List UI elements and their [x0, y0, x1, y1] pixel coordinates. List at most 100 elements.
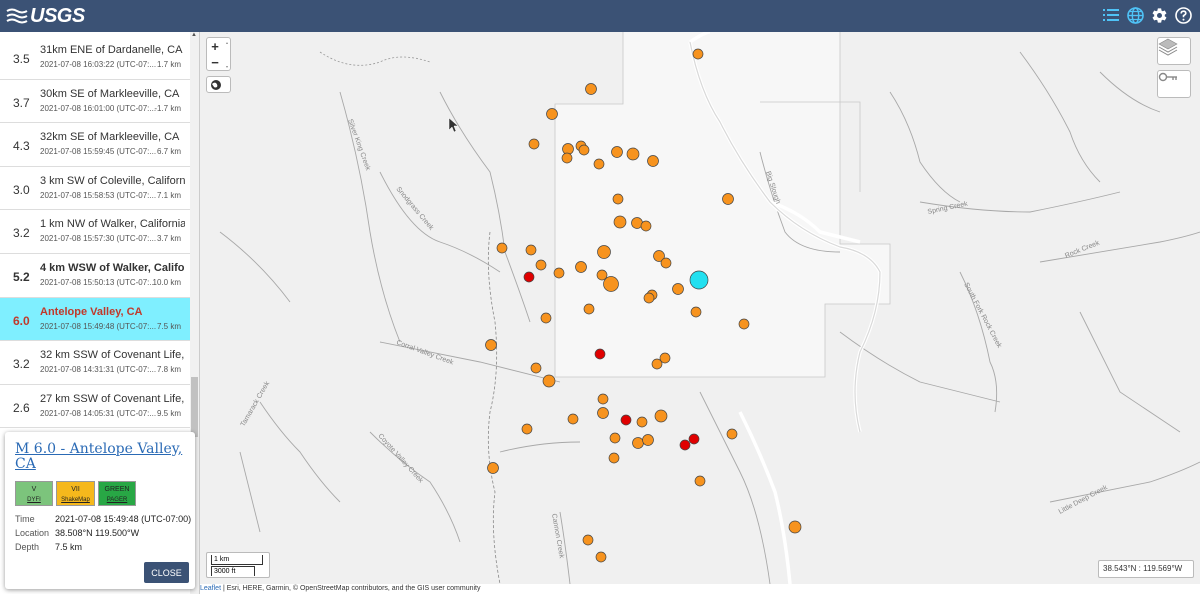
quake-marker [626, 147, 640, 161]
quake-marker [642, 434, 654, 446]
magnitude: 3.2 [13, 226, 30, 241]
time: 2021-07-08 14:31:31 (UTC-07:... [40, 365, 157, 375]
magnitude: 3.0 [13, 182, 30, 197]
quake-marker [593, 158, 605, 170]
scroll-thumb[interactable] [191, 377, 198, 437]
layers-button[interactable] [1157, 37, 1191, 65]
spinner-up-icon: ▴ [225, 40, 228, 45]
place: Antelope Valley, CA [40, 305, 143, 318]
quake-marker [692, 48, 704, 60]
place: 32km SE of Markleeville, CA [40, 131, 180, 144]
list-item[interactable]: 2.6 27 km SSW of Covenant Life, ... 2021… [0, 384, 191, 429]
quake-marker [496, 242, 508, 254]
magnitude: 5.2 [13, 269, 30, 284]
quake-marker [609, 432, 621, 444]
quake-marker [694, 475, 706, 487]
quake-marker [611, 146, 623, 158]
list-item-selected[interactable]: 6.0 Antelope Valley, CA 2021-07-08 15:49… [0, 297, 191, 342]
layers-icon [1158, 38, 1178, 56]
earthquake-detail-popup: M 6.0 - Antelope Valley, CA V DYFI VII S… [5, 432, 195, 589]
quake-marker [647, 155, 659, 167]
quake-marker [523, 271, 535, 283]
time: 2021-07-08 15:58:53 (UTC-07:... [40, 190, 157, 200]
map-view[interactable]: Silver King Creek Snodgrass Creek Spring… [200, 32, 1200, 584]
quake-marker [726, 428, 738, 440]
pager-label: PAGER [106, 497, 128, 503]
map-label-corral-valley-creek: Corral Valley Creek [395, 339, 454, 366]
legend-button[interactable] [1157, 70, 1191, 98]
quake-marker [632, 437, 644, 449]
globe-view-control[interactable] [206, 76, 231, 93]
gear-icon[interactable] [1150, 6, 1168, 24]
quake-marker [738, 318, 750, 330]
popup-title-link[interactable]: M 6.0 - Antelope Valley, CA [15, 442, 185, 472]
list-icon[interactable] [1102, 6, 1120, 24]
map-label-silver-king-creek: Silver King Creek [346, 118, 371, 172]
attribution-text: | Esri, HERE, Garmin, © OpenStreetMap co… [221, 585, 481, 592]
depth-label: Depth [15, 542, 40, 552]
list-item[interactable]: 3.7 30km SE of Markleeville, CA 2021-07-… [0, 79, 191, 124]
scroll-up-icon[interactable]: ▲ [191, 32, 197, 38]
list-item[interactable]: 4.3 32km SE of Markleeville, CA 2021-07-… [0, 123, 191, 167]
usgs-wave-icon [6, 8, 28, 24]
quake-marker [613, 215, 627, 229]
depth: 3.7 km [156, 234, 181, 244]
quake-marker [485, 339, 497, 351]
quake-marker [608, 452, 620, 464]
list-item[interactable]: 3.5 31km ENE of Dardanelle, CA 2021-07-0… [0, 36, 191, 80]
depth: 10.0 km [152, 277, 181, 287]
magnitude: 6.0 [13, 313, 30, 328]
map-attribution: Leaflet | Esri, HERE, Garmin, © OpenStre… [200, 584, 1200, 594]
time-value: 2021-07-08 15:49:48 (UTC-07:00) [55, 514, 192, 524]
quake-marker [530, 362, 542, 374]
globe-icon [211, 80, 221, 90]
quake-marker [585, 83, 597, 95]
quake-marker [583, 303, 595, 315]
app-header: USGS [0, 0, 1200, 32]
list-item[interactable]: 3.0 3 km SW of Coleville, California 202… [0, 166, 191, 211]
time: 2021-07-08 15:49:48 (UTC-07:... [40, 321, 157, 331]
magnitude: 3.2 [13, 357, 30, 372]
quake-marker [535, 259, 547, 271]
map-canvas: Silver King Creek Snodgrass Creek Spring… [219, 32, 1200, 584]
quake-marker [553, 267, 565, 279]
magnitude: 2.6 [13, 400, 30, 415]
earthquake-list: 3.5 31km ENE of Dardanelle, CA 2021-07-0… [0, 36, 191, 429]
zoom-in-button[interactable]: + [207, 38, 223, 54]
depth: -1.7 km [154, 103, 181, 113]
quake-marker [722, 193, 734, 205]
map-label-tamarack-creek: Tamarack Creek [240, 380, 272, 428]
scale-ft: 3000 ft [211, 566, 255, 576]
quake-marker [575, 261, 587, 273]
list-item[interactable]: 3.2 1 km NW of Walker, California 2021-0… [0, 210, 191, 254]
quake-marker [651, 358, 663, 370]
close-button[interactable]: CLOSE [144, 562, 189, 583]
zoom-out-button[interactable]: − [207, 54, 223, 70]
magnitude: 3.7 [13, 95, 30, 110]
list-item[interactable]: 5.2 4 km WSW of Walker, Califor... 2021-… [0, 253, 191, 298]
help-icon[interactable] [1174, 6, 1192, 24]
quake-marker [690, 306, 702, 318]
leaflet-link[interactable]: Leaflet [200, 585, 221, 592]
globe-icon[interactable] [1126, 6, 1144, 24]
map-label-spring-creek: Spring Creek [927, 201, 969, 216]
quake-marker [525, 244, 537, 256]
magnitude: 4.3 [13, 139, 30, 154]
shakemap-badge[interactable]: VII ShakeMap [56, 481, 95, 506]
place: 4 km WSW of Walker, Califor... [40, 261, 185, 274]
location-label: Location [15, 528, 50, 538]
list-item[interactable]: 3.2 32 km SSW of Covenant Life, ... 2021… [0, 341, 191, 385]
depth: 9.5 km [156, 408, 181, 418]
quake-marker [487, 462, 499, 474]
quake-marker [528, 138, 540, 150]
place: 30km SE of Markleeville, CA [40, 87, 180, 100]
dyfi-value: V [31, 486, 37, 493]
coordinate-readout: 38.543°N : 119.569°W [1098, 560, 1194, 578]
pager-badge[interactable]: GREEN PAGER [98, 481, 136, 506]
usgs-logo[interactable]: USGS [6, 5, 85, 28]
depth: 7.5 km [156, 321, 181, 331]
mouse-cursor-icon [448, 117, 459, 133]
map-label-rock-creek: Rock Creek [1064, 239, 1101, 259]
quake-marker [688, 433, 700, 445]
dyfi-badge[interactable]: V DYFI [15, 481, 53, 506]
